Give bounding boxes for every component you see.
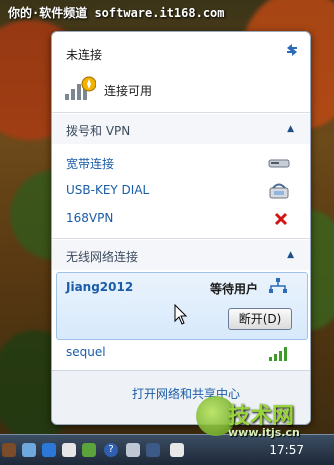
dialup-item[interactable]: 168VPN <box>52 206 310 232</box>
disconnect-button[interactable]: 断开(D) <box>228 308 292 330</box>
dialup-device-icon <box>268 155 290 171</box>
dialup-item[interactable]: USB-KEY DIAL <box>52 178 310 204</box>
doc-icon[interactable] <box>62 443 76 457</box>
app-icon[interactable] <box>146 443 160 457</box>
available-connections-label: 连接可用 <box>104 84 153 98</box>
collapse-caret-icon[interactable]: ▲ <box>287 124 294 134</box>
network-flyout: 未连接 连接可用 拨号和 VPN ▲ 宽带连接 USB-KEY DIAL 168… <box>51 31 311 425</box>
taskbar-clock[interactable]: 17:57 <box>269 443 304 457</box>
wifi-status-text: 等待用户 <box>210 282 259 296</box>
wifi-network-name[interactable]: Jiang2012 <box>66 280 133 294</box>
wireless-section-header[interactable]: 无线网络连接 ▲ <box>52 240 310 270</box>
network-share-icon <box>268 277 288 295</box>
wifi-item-label: sequel <box>66 345 106 359</box>
signal-warning-icon <box>64 72 97 102</box>
app-icon[interactable] <box>42 443 56 457</box>
start-orb-icon[interactable] <box>2 443 16 457</box>
dialup-section-title: 拨号和 VPN <box>66 124 131 138</box>
wifi-list-item[interactable]: sequel <box>52 340 310 366</box>
dialup-item[interactable]: 宽带连接 <box>52 150 310 176</box>
dialup-item-label: 168VPN <box>66 211 114 225</box>
collapse-caret-icon[interactable]: ▲ <box>287 250 294 260</box>
connection-status-title: 未连接 <box>66 48 103 62</box>
dialup-item-label: USB-KEY DIAL <box>66 183 150 197</box>
wireless-section-title: 无线网络连接 <box>66 250 139 264</box>
keyboard-icon[interactable] <box>22 443 36 457</box>
dialup-item-label: 宽带连接 <box>66 157 115 171</box>
dialup-section-header[interactable]: 拨号和 VPN ▲ <box>52 114 310 144</box>
refresh-icon[interactable] <box>284 42 300 58</box>
help-icon[interactable]: ? <box>104 443 118 457</box>
red-x-icon <box>274 211 288 226</box>
modem-phone-icon <box>268 180 290 202</box>
watermark-url: www.itjs.cn <box>228 426 300 439</box>
signal-strength-icon <box>268 344 290 362</box>
watermark-caption: 你的·软件频道 software.it168.com <box>8 6 225 20</box>
flag-icon[interactable] <box>170 443 184 457</box>
app-icon[interactable] <box>126 443 140 457</box>
app-icon[interactable] <box>82 443 96 457</box>
mouse-cursor-icon <box>174 303 188 326</box>
